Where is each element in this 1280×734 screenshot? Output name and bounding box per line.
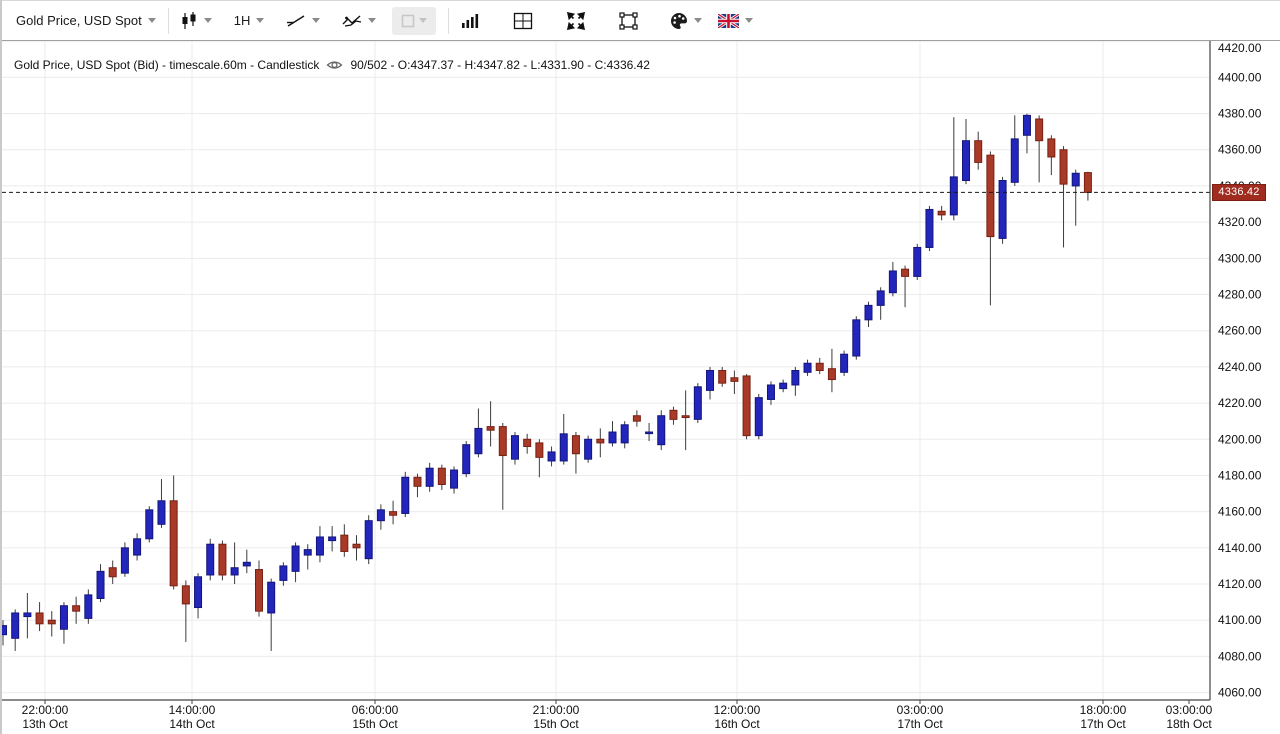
time-axis-label-date: 16th Oct (714, 717, 760, 731)
layout-grid-icon (513, 12, 533, 30)
candlestick-icon (181, 12, 198, 30)
chevron-down-icon (368, 18, 376, 23)
price-axis-label: 4100.00 (1218, 613, 1262, 627)
compare-box-icon (401, 14, 415, 28)
fullscreen-button[interactable] (567, 12, 585, 30)
time-axis-label-date: 15th Oct (533, 717, 579, 731)
price-axis-label: 4280.00 (1218, 288, 1262, 302)
chevron-down-icon (312, 18, 320, 23)
chevron-down-icon (256, 18, 264, 23)
uk-flag-icon (718, 14, 739, 28)
indicators-button[interactable] (342, 13, 376, 29)
toolbar-divider (448, 8, 449, 34)
price-axis-label: 4160.00 (1218, 505, 1262, 519)
price-axis-label: 4260.00 (1218, 324, 1262, 338)
price-axis-label: 4380.00 (1218, 107, 1262, 121)
screenshot-frame-icon (619, 12, 638, 30)
time-axis-label-date: 14th Oct (169, 717, 215, 731)
indicator-wave-icon (342, 13, 362, 29)
price-axis-label: 4420.00 (1218, 41, 1262, 55)
histogram-icon (461, 13, 479, 29)
fullscreen-arrows-icon (567, 12, 585, 30)
chevron-down-icon (148, 18, 156, 23)
toolbar-divider (168, 8, 169, 34)
price-axis-label: 4360.00 (1218, 143, 1262, 157)
symbol-label: Gold Price, USD Spot (16, 13, 142, 28)
price-axis-label: 4400.00 (1218, 70, 1262, 84)
time-axis-label-time: 03:00:00 (1166, 703, 1213, 717)
timeframe-label: 1H (234, 13, 251, 28)
timeframe-button[interactable]: 1H (234, 13, 265, 28)
price-axis-label: 4180.00 (1218, 468, 1262, 482)
candlestick-chart[interactable]: 4420.004400.004380.004360.004340.004320.… (0, 0, 1280, 734)
time-axis-label-date: 13th Oct (22, 717, 68, 731)
theme-palette-button[interactable] (670, 12, 702, 30)
chevron-down-icon (419, 18, 427, 23)
chevron-down-icon (745, 18, 753, 23)
price-axis-label: 4240.00 (1218, 360, 1262, 374)
chart-legend: Gold Price, USD Spot (Bid) - timescale.6… (14, 58, 650, 72)
chevron-down-icon (204, 18, 212, 23)
price-axis-label: 4060.00 (1218, 686, 1262, 700)
chevron-down-icon (694, 18, 702, 23)
palette-icon (670, 12, 688, 30)
window-border (0, 0, 2, 734)
price-axis-label: 4120.00 (1218, 577, 1262, 591)
trendline-draw-button[interactable] (286, 13, 320, 29)
time-axis-label-time: 18:00:00 (1080, 703, 1127, 717)
time-axis-label-time: 14:00:00 (169, 703, 216, 717)
compare-disabled-button (392, 7, 436, 35)
layout-grid-button[interactable] (513, 12, 533, 30)
price-axis-label: 4220.00 (1218, 396, 1262, 410)
current-price-label: 4336.42 (1212, 184, 1266, 201)
symbol-selector[interactable]: Gold Price, USD Spot (16, 13, 156, 28)
price-axis-label: 4080.00 (1218, 649, 1262, 663)
time-axis-label-date: 15th Oct (352, 717, 398, 731)
toolbar: Gold Price, USD Spot 1H (0, 0, 1280, 41)
legend-series-label: Gold Price, USD Spot (Bid) - timescale.6… (14, 58, 319, 72)
language-button[interactable] (718, 14, 753, 28)
time-axis-label-time: 21:00:00 (533, 703, 580, 717)
time-axis-label-date: 17th Oct (897, 717, 943, 731)
screenshot-button[interactable] (619, 12, 638, 30)
time-axis-label-time: 06:00:00 (352, 703, 399, 717)
trendline-icon (286, 13, 306, 29)
price-axis-label: 4320.00 (1218, 215, 1262, 229)
price-axis-label: 4140.00 (1218, 541, 1262, 555)
price-axis-label: 4300.00 (1218, 251, 1262, 265)
volume-histogram-button[interactable] (461, 13, 479, 29)
visibility-eye-icon[interactable] (326, 58, 343, 72)
price-axis-label: 4200.00 (1218, 432, 1262, 446)
time-axis-label-date: 18th Oct (1166, 717, 1212, 731)
time-axis-label-time: 22:00:00 (22, 703, 69, 717)
time-axis-label-date: 17th Oct (1080, 717, 1126, 731)
legend-ohlc-stats: 90/502 - O:4347.37 - H:4347.82 - L:4331.… (350, 58, 650, 72)
chart-type-button[interactable] (181, 12, 212, 30)
time-axis-label-time: 03:00:00 (897, 703, 944, 717)
time-axis-label-time: 12:00:00 (714, 703, 761, 717)
